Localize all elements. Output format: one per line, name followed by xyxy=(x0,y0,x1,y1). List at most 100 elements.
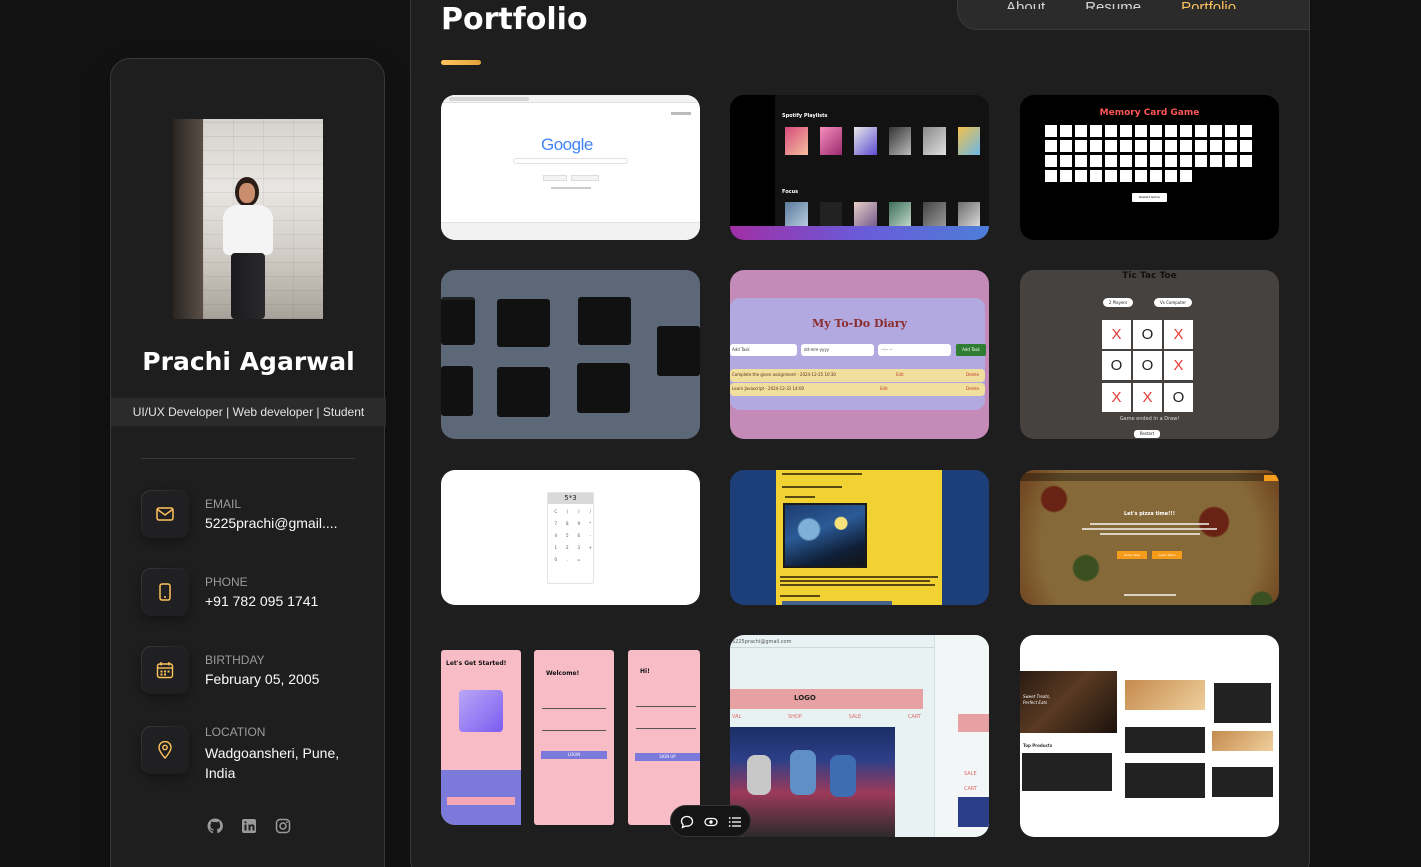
shop-logo: LOGO xyxy=(794,694,816,702)
memory-card xyxy=(1150,125,1162,137)
ttt-mode-2p: 2 Players xyxy=(1103,298,1133,307)
calc-key: / xyxy=(589,509,591,514)
ttt-status: Game ended in a Draw! xyxy=(1119,416,1180,422)
list-icon[interactable] xyxy=(728,814,742,828)
memory-card xyxy=(1150,140,1162,152)
ttt-cell: O xyxy=(1133,320,1162,349)
memory-card xyxy=(1225,125,1237,137)
chat-icon[interactable] xyxy=(680,814,694,829)
spotify-subheading: Focus xyxy=(782,189,799,195)
todo-edit-1: Edit xyxy=(896,372,904,377)
memory-card-grid xyxy=(1045,125,1255,182)
location-value: Wadgoansheri, Pune, India xyxy=(205,745,340,781)
eye-icon[interactable] xyxy=(703,814,718,828)
pizza-order-button: Order Now xyxy=(1117,551,1147,559)
memory-card xyxy=(1165,155,1177,167)
project-pizza-site[interactable]: Let's pizza time!!! Order Now Learn More xyxy=(1020,470,1279,605)
memory-card xyxy=(1105,140,1117,152)
project-bakery-site[interactable]: Sweet Treats, Perfect Eats Top Products xyxy=(1020,635,1279,837)
profile-name: Prachi Agarwal xyxy=(142,347,355,376)
memory-card xyxy=(1060,140,1072,152)
location-icon xyxy=(141,726,189,774)
calc-display: 5*3 xyxy=(548,493,593,504)
todo-delete-2: Delete xyxy=(966,386,980,391)
project-shop-site[interactable]: 5225prachi@gmail.com LOGO VAL SHOP SALE CAR… xyxy=(730,635,989,837)
memory-card xyxy=(1240,125,1252,137)
ttt-cell: X xyxy=(1102,382,1131,412)
contact-label: LOCATION xyxy=(205,725,266,739)
mail-icon xyxy=(141,490,189,538)
birthday-value: February 05, 2005 xyxy=(205,671,320,687)
memory-card xyxy=(1120,170,1132,182)
github-icon[interactable] xyxy=(207,818,223,834)
google-logo: Google xyxy=(541,135,593,154)
ttt-cell: O xyxy=(1133,351,1162,381)
project-art-page[interactable] xyxy=(730,470,989,605)
memory-card xyxy=(1090,140,1102,152)
contact-phone: PHONE +91 782 095 1741 xyxy=(141,568,371,620)
todo-input: Add Task xyxy=(730,344,797,356)
calc-key: 1 xyxy=(554,545,558,550)
todo-task-1: Complete the given assignment - 2024-12-… xyxy=(732,372,836,377)
memory-card xyxy=(1135,140,1147,152)
project-todo-diary[interactable]: My To-Do Diary Add Task dd-mm-yyyy --:--… xyxy=(730,270,989,439)
signup-screen-2-title: Welcome! xyxy=(546,670,580,677)
memory-card xyxy=(1045,155,1057,167)
nav-resume[interactable]: Resume xyxy=(1085,0,1141,9)
memory-title: Memory Card Game xyxy=(1099,108,1200,118)
sidebar-divider xyxy=(141,458,355,459)
nav-about[interactable]: About xyxy=(1006,0,1045,9)
memory-card xyxy=(1075,125,1087,137)
project-tic-tac-toe[interactable]: Tic Tac Toe 2 Players Vs Computer XOXOOX… xyxy=(1020,270,1279,439)
bakery-section: Top Products xyxy=(1023,743,1053,748)
nav-portfolio[interactable]: Portfolio xyxy=(1181,0,1236,9)
memory-card xyxy=(1090,125,1102,137)
memory-card xyxy=(1060,125,1072,137)
project-notes-app[interactable] xyxy=(441,270,700,439)
memory-card xyxy=(1165,125,1177,137)
ttt-title: Tic Tac Toe xyxy=(1122,271,1177,281)
linkedin-icon[interactable] xyxy=(241,818,257,834)
project-signup-screens[interactable]: Let's Get Started! Welcome! LOGIN Hi! SI… xyxy=(441,640,700,825)
shop-menu-item: SALE xyxy=(848,714,862,720)
project-memory-game[interactable]: Memory Card Game Restart Game xyxy=(1020,95,1279,240)
ttt-cell: X xyxy=(1164,320,1193,349)
phone-icon xyxy=(141,568,189,616)
memory-card xyxy=(1195,140,1207,152)
instagram-icon[interactable] xyxy=(275,818,291,834)
calc-key: 2 xyxy=(565,545,569,550)
signup-login-button: LOGIN xyxy=(541,751,607,759)
calc-key: 5 xyxy=(565,533,569,538)
memory-card xyxy=(1180,170,1192,182)
memory-card xyxy=(1180,155,1192,167)
title-underline xyxy=(441,60,481,65)
project-google-clone[interactable]: Google xyxy=(441,95,700,240)
calc-key: 9 xyxy=(577,521,581,526)
contact-birthday: BIRTHDAY February 05, 2005 xyxy=(141,646,371,698)
signup-signup-button: SIGN UP xyxy=(635,753,700,761)
calc-key: . xyxy=(566,557,568,562)
memory-card xyxy=(1060,155,1072,167)
contact-label: PHONE xyxy=(205,575,248,589)
shop-email: 5225prachi@gmail.com xyxy=(732,639,792,645)
phone-link[interactable]: +91 782 095 1741 xyxy=(205,593,365,609)
email-link[interactable]: 5225prachi@gmail.... xyxy=(205,515,365,531)
ttt-cell: O xyxy=(1164,382,1193,412)
memory-card xyxy=(1195,155,1207,167)
floating-toolbar xyxy=(670,805,751,837)
ttt-restart: Restart xyxy=(1134,430,1160,438)
memory-card xyxy=(1045,125,1057,137)
memory-card xyxy=(1195,125,1207,137)
project-spotify-clone[interactable]: Spotify Playlists Focus xyxy=(730,95,989,240)
memory-card xyxy=(1225,140,1237,152)
bakery-headline: Sweet Treats, Perfect Eats xyxy=(1023,694,1051,705)
memory-card xyxy=(1075,155,1087,167)
memory-card xyxy=(1210,125,1222,137)
ttt-cell: X xyxy=(1164,351,1193,381)
project-calculator[interactable]: 5*3 C () / 7 8 9 * 4 5 6 - 1 2 3 +0. = xyxy=(441,470,700,605)
shop-menu-item: SHOP xyxy=(788,714,802,720)
memory-card xyxy=(1135,155,1147,167)
memory-restart-button: Restart Game xyxy=(1132,193,1167,202)
top-navbar: About Resume Portfolio xyxy=(957,0,1310,30)
signup-screen-1-title: Let's Get Started! xyxy=(446,660,507,667)
